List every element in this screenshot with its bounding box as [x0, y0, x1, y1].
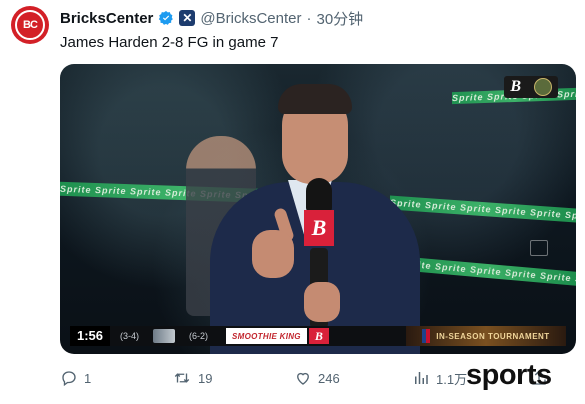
timestamp[interactable]: 30分钟	[316, 8, 363, 29]
tweet-header: BricksCenter ✕ @BricksCenter · 30分钟	[60, 8, 363, 28]
tournament-banner: IN-SEASON TOURNAMENT	[406, 326, 566, 346]
sponsor-logo: SMOOTHIE KING	[226, 328, 307, 344]
retweet-icon	[174, 373, 190, 383]
sports-watermark: sports	[466, 359, 552, 391]
tweet-text: James Harden 2-8 FG in game 7	[60, 34, 279, 51]
reply-icon	[62, 371, 76, 387]
team1-record: (3-4)	[120, 331, 140, 341]
like-count: 246	[318, 370, 340, 386]
broadcast-logo: B	[504, 76, 558, 98]
like-button[interactable]: 246	[294, 369, 340, 387]
author-name[interactable]: BricksCenter	[60, 10, 153, 27]
reply-count: 1	[84, 370, 92, 386]
team-logo-icon	[533, 78, 552, 96]
affiliate-x-icon[interactable]: ✕	[179, 10, 196, 26]
tournament-label: IN-SEASON TOURNAMENT	[436, 331, 550, 341]
microphone-head	[306, 178, 332, 212]
expand-icon[interactable]	[530, 240, 548, 256]
avatar-logo: BC	[15, 10, 45, 40]
retweet-button[interactable]: 19	[172, 369, 212, 387]
pointing-hand	[252, 230, 294, 278]
reporter-hair	[278, 84, 352, 114]
separator-dot: ·	[306, 9, 312, 27]
score-bar: 1:56 (3-4) (6-2) SMOOTHIE KING B IN-SEAS…	[70, 326, 566, 346]
avatar[interactable]: BC	[11, 6, 49, 44]
team-logo-icon	[153, 329, 176, 343]
bally-logo-small: B	[308, 328, 329, 344]
bally-logo: B	[510, 78, 521, 95]
retweet-count: 19	[198, 370, 213, 386]
avatar-logo-text: BC	[23, 19, 38, 31]
views-chart-icon	[415, 372, 428, 384]
view-count: 1.1万	[436, 371, 468, 387]
verified-badge-icon[interactable]	[158, 10, 174, 26]
views-button[interactable]: 1.1万	[412, 369, 467, 388]
microphone-hand	[304, 282, 340, 322]
heart-icon	[297, 372, 309, 385]
video-player[interactable]: Sprite Sprite Sprite Sprite Sprite Sprit…	[60, 64, 576, 354]
microphone-flag: B	[304, 210, 334, 246]
nba-logo-icon	[422, 329, 431, 343]
author-handle[interactable]: @BricksCenter	[200, 10, 301, 27]
game-clock: 1:56	[70, 326, 110, 346]
reply-button[interactable]: 1	[60, 369, 91, 387]
team2-record: (6-2)	[189, 331, 209, 341]
